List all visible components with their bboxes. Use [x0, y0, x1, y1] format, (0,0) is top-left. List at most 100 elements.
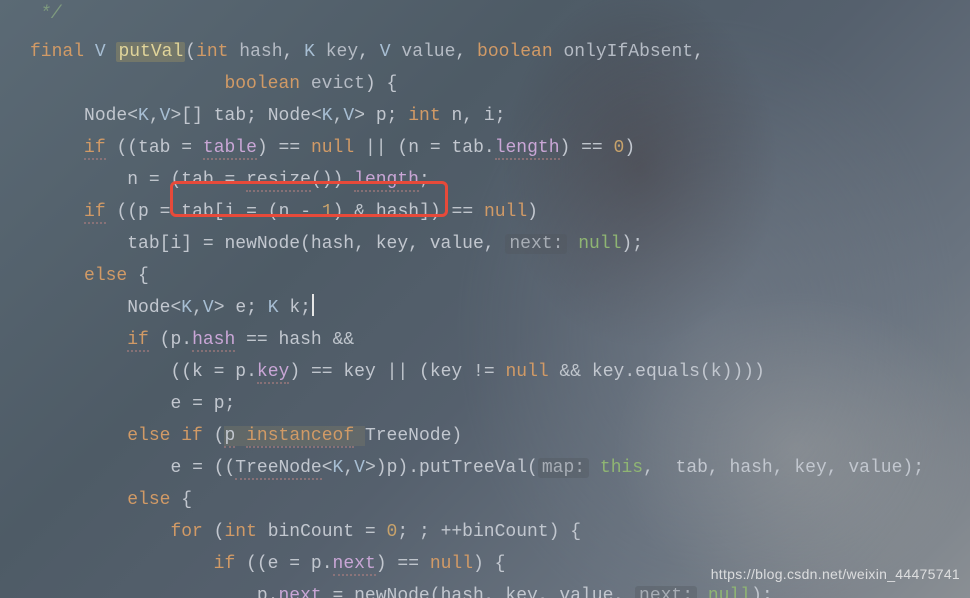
arg-null: null: [578, 234, 621, 254]
call-equals: equals: [635, 362, 700, 382]
field-table: table: [203, 138, 257, 160]
param-hint-map: map:: [538, 458, 589, 478]
arg-hash: hash: [311, 234, 354, 254]
ref-p2: p: [170, 330, 181, 350]
type-node: Node: [84, 106, 127, 126]
param-evict: evict: [311, 74, 365, 94]
type-node-2: Node: [268, 106, 311, 126]
call-newNode2: newNode: [354, 586, 430, 598]
param-value: value: [401, 42, 455, 62]
param-hint-next2: next:: [635, 586, 697, 598]
type-treenode: TreeNode: [365, 426, 451, 446]
gen-V: V: [160, 106, 171, 126]
arg-value2: value: [848, 458, 902, 478]
ref-p5: p: [224, 426, 235, 448]
field-length: length: [495, 138, 560, 160]
var-p: p: [376, 106, 387, 126]
var-tab: tab: [214, 106, 246, 126]
var-e: e: [235, 298, 246, 318]
ref-k: k: [192, 362, 203, 382]
field-next2: next: [278, 586, 321, 598]
code-editor-view: final V putVal(int hash, K key, V value,…: [0, 0, 970, 598]
param-hint-next: next:: [505, 234, 567, 254]
param-hash: hash: [239, 42, 282, 62]
call-newNode: newNode: [224, 234, 300, 254]
ref-n: n: [408, 138, 419, 158]
type-V: V: [380, 42, 391, 62]
lit-null: null: [311, 138, 354, 158]
arg-tab: tab: [676, 458, 708, 478]
ref-p4: p: [214, 394, 225, 414]
kw-if: if: [84, 138, 106, 160]
var-i: i: [484, 106, 495, 126]
lit-null-4: null: [430, 554, 473, 574]
kw-boolean: boolean: [477, 42, 553, 62]
gen-K4: K: [333, 458, 344, 478]
field-hash: hash: [192, 330, 235, 352]
ref-tab: tab: [138, 138, 170, 158]
inc-binCount: ++binCount: [441, 522, 549, 542]
kw-if-5: if: [214, 554, 236, 574]
kw-this: this: [600, 458, 643, 478]
kw-instanceof: instanceof: [246, 426, 354, 448]
watermark-text: https://blog.csdn.net/weixin_44475741: [711, 558, 960, 590]
array-brackets: []: [181, 106, 203, 126]
arg-value: value: [430, 234, 484, 254]
kw-int-3: int: [224, 522, 256, 542]
arg-value3: value: [559, 586, 613, 598]
kw-for: for: [170, 522, 202, 542]
arg-hash2: hash: [730, 458, 773, 478]
kw-if-3: if: [127, 330, 149, 352]
cast-treenode: TreeNode: [235, 458, 321, 480]
ref-p: p: [138, 202, 149, 222]
kw-if-2: if: [84, 202, 106, 224]
kw-int-2: int: [408, 106, 440, 126]
type-K: K: [304, 42, 315, 62]
gen-V3: V: [203, 298, 214, 318]
ref-hash2: hash: [279, 330, 322, 350]
kw-final: final: [30, 42, 84, 62]
gen-V2: V: [343, 106, 354, 126]
type-node-3: Node: [127, 298, 170, 318]
lit-null-2: null: [484, 202, 527, 222]
lit-one: 1: [322, 202, 333, 222]
ref-p7: p: [311, 554, 322, 574]
kw-else-2: else: [127, 426, 170, 446]
ref-hash: hash: [376, 202, 419, 222]
ref-i: i: [225, 202, 236, 222]
arg-k: k: [711, 362, 722, 382]
gen-K: K: [138, 106, 149, 126]
ref-n2: n: [127, 170, 138, 190]
arg-key2: key: [794, 458, 826, 478]
ref-tab3: tab: [181, 202, 213, 222]
ref-e2: e: [170, 458, 181, 478]
field-length2: length: [354, 170, 419, 192]
lit-null-3: null: [505, 362, 548, 382]
field-key: key: [257, 362, 289, 384]
return-type: V: [95, 42, 106, 62]
arg-key3: key: [505, 586, 537, 598]
ref-tab2: tab: [181, 170, 213, 190]
gen-K3: K: [181, 298, 192, 318]
gen-K2: K: [322, 106, 333, 126]
param-key: key: [326, 42, 358, 62]
ref-key2: key: [430, 362, 462, 382]
field-next: next: [333, 554, 376, 576]
arg-key: key: [376, 234, 408, 254]
text-caret[interactable]: [312, 294, 314, 316]
var-n: n: [451, 106, 462, 126]
ref-p8: p: [257, 586, 268, 598]
kw-int: int: [196, 42, 228, 62]
param-onlyIfAbsent: onlyIfAbsent: [563, 42, 693, 62]
kw-else-3: else: [127, 490, 170, 510]
kw-else: else: [84, 266, 127, 286]
method-name: putVal: [116, 42, 185, 62]
ref-p6: p: [387, 458, 398, 478]
gen-V4: V: [354, 458, 365, 478]
kw-if-4: if: [181, 426, 203, 446]
var-binCount: binCount: [268, 522, 354, 542]
ref-e: e: [170, 394, 181, 414]
ref-tab-i: tab[i]: [127, 234, 192, 254]
call-resize: resize: [246, 170, 311, 192]
lit-zero: 0: [614, 138, 625, 158]
